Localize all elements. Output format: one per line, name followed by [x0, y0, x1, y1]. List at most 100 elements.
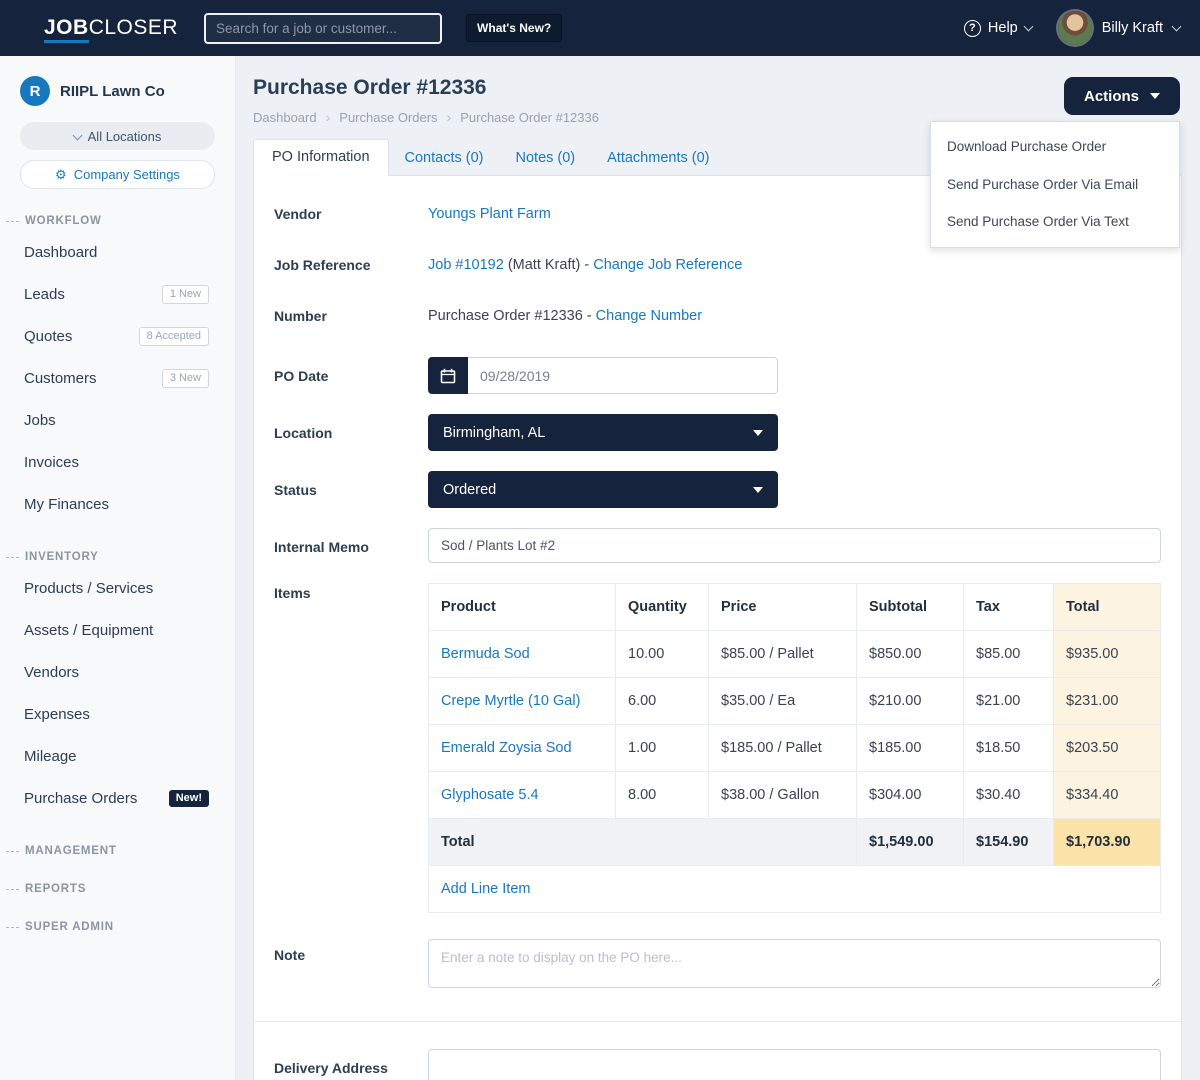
logo-secondary: CLOSER [89, 16, 178, 39]
po-date-input[interactable] [468, 357, 778, 394]
sidebar-item-products-services[interactable]: Products / Services [0, 567, 235, 609]
company-settings-button[interactable]: ⚙ Company Settings [20, 160, 215, 189]
sidebar-item-quotes[interactable]: Quotes 8 Accepted [0, 315, 235, 357]
help-menu[interactable]: ? Help [964, 20, 1032, 37]
sidebar-section-workflow: WORKFLOW [0, 215, 235, 227]
job-reference-row: Job Reference Job #10192 (Matt Kraft) - … [274, 255, 1161, 275]
grand-total: $1,703.90 [1054, 819, 1161, 866]
breadcrumb-dashboard[interactable]: Dashboard [253, 110, 317, 125]
search-input[interactable] [204, 13, 442, 44]
breadcrumb-purchase-orders[interactable]: Purchase Orders [339, 110, 437, 125]
header-tax: Tax [964, 584, 1054, 631]
product-link[interactable]: Bermuda Sod [441, 646, 530, 662]
caret-down-icon [1150, 93, 1160, 99]
sidebar-item-my-finances[interactable]: My Finances [0, 483, 235, 525]
sidebar-item-mileage[interactable]: Mileage [0, 735, 235, 777]
job-link[interactable]: Job #10192 [428, 257, 504, 273]
section-divider [254, 1021, 1181, 1022]
delivery-address-line1-input[interactable] [428, 1049, 1161, 1080]
user-name: Billy Kraft [1102, 20, 1163, 36]
sidebar-item-vendors[interactable]: Vendors [0, 651, 235, 693]
section-label: SUPER ADMIN [25, 921, 114, 933]
section-dash [6, 557, 19, 558]
items-row: Items Product Quantity Price Subtotal Ta… [274, 583, 1161, 913]
all-locations-dropdown[interactable]: All Locations [20, 122, 215, 150]
actions-label: Actions [1084, 88, 1139, 105]
company-logo: R [20, 76, 50, 106]
table-row: Glyphosate 5.4 8.00 $38.00 / Gallon $304… [429, 772, 1161, 819]
internal-memo-input[interactable] [428, 528, 1161, 563]
app-logo[interactable]: JOBCLOSER [44, 16, 178, 40]
tab-notes[interactable]: Notes (0) [500, 141, 592, 175]
sidebar-item-assets-equipment[interactable]: Assets / Equipment [0, 609, 235, 651]
actions-dropdown-menu: Download Purchase Order Send Purchase Or… [930, 121, 1180, 248]
company-settings-label: Company Settings [74, 167, 180, 182]
tab-po-information[interactable]: PO Information [253, 139, 389, 176]
cell-subtotal: $850.00 [857, 631, 964, 678]
sidebar-item-expenses[interactable]: Expenses [0, 693, 235, 735]
status-select[interactable]: Ordered [428, 471, 778, 508]
delivery-address-control [428, 1049, 1161, 1080]
breadcrumb-separator [326, 109, 331, 125]
sidebar-item-invoices[interactable]: Invoices [0, 441, 235, 483]
sidebar-item-label: Products / Services [24, 580, 153, 597]
header-subtotal: Subtotal [857, 584, 964, 631]
status-label: Status [274, 471, 428, 500]
menu-item-send-po-text[interactable]: Send Purchase Order Via Text [931, 203, 1179, 241]
product-link[interactable]: Crepe Myrtle (10 Gal) [441, 693, 580, 709]
location-control: Birmingham, AL [428, 414, 1161, 451]
product-link[interactable]: Glyphosate 5.4 [441, 787, 539, 803]
menu-item-download-po[interactable]: Download Purchase Order [931, 128, 1179, 166]
sidebar-section-reports[interactable]: REPORTS [0, 883, 235, 895]
logo-primary: JOB [44, 16, 89, 43]
po-date-row: PO Date [274, 357, 1161, 394]
tab-attachments[interactable]: Attachments (0) [591, 141, 725, 175]
location-label: Location [274, 414, 428, 443]
sidebar-item-leads[interactable]: Leads 1 New [0, 273, 235, 315]
cell-product: Glyphosate 5.4 [429, 772, 616, 819]
sidebar-item-label: Customers [24, 370, 97, 387]
sidebar-item-dashboard[interactable]: Dashboard [0, 231, 235, 273]
sidebar-item-label: Quotes [24, 328, 72, 345]
add-line-item-wrap: Add Line Item [428, 866, 1161, 913]
location-selected-value: Birmingham, AL [443, 423, 545, 443]
sidebar-item-jobs[interactable]: Jobs [0, 399, 235, 441]
number-label: Number [274, 306, 428, 326]
sidebar-item-customers[interactable]: Customers 3 New [0, 357, 235, 399]
customers-badge: 3 New [162, 369, 209, 388]
user-menu[interactable]: Billy Kraft [1058, 11, 1180, 45]
menu-item-send-po-email[interactable]: Send Purchase Order Via Email [931, 166, 1179, 204]
section-dash [6, 927, 19, 928]
section-label: WORKFLOW [25, 215, 102, 227]
leads-badge: 1 New [162, 285, 209, 304]
sidebar-item-label: My Finances [24, 496, 109, 513]
cell-quantity: 10.00 [616, 631, 709, 678]
sidebar-section-super-admin[interactable]: SUPER ADMIN [0, 921, 235, 933]
location-select[interactable]: Birmingham, AL [428, 414, 778, 451]
sidebar-item-purchase-orders[interactable]: Purchase Orders New! [0, 777, 235, 819]
cell-tax: $21.00 [964, 678, 1054, 725]
header-price: Price [709, 584, 857, 631]
product-link[interactable]: Emerald Zoysia Sod [441, 740, 572, 756]
change-number-link[interactable]: Change Number [596, 308, 702, 324]
cell-product: Crepe Myrtle (10 Gal) [429, 678, 616, 725]
delivery-address-row: Delivery Address [274, 1049, 1161, 1080]
add-line-item-link[interactable]: Add Line Item [441, 881, 530, 897]
vendor-link[interactable]: Youngs Plant Farm [428, 206, 551, 222]
total-subtotal: $1,549.00 [857, 819, 964, 866]
main-content: Purchase Order #12336 Dashboard Purchase… [236, 56, 1200, 1080]
total-row-label: Total [429, 819, 857, 866]
calendar-icon[interactable] [428, 357, 468, 394]
po-information-card: Vendor Youngs Plant Farm Job Reference J… [253, 175, 1182, 1080]
cell-quantity: 1.00 [616, 725, 709, 772]
status-control: Ordered [428, 471, 1161, 508]
cell-total: $203.50 [1054, 725, 1161, 772]
chevron-down-icon [72, 130, 82, 140]
whats-new-button[interactable]: What's New? [466, 14, 562, 42]
tab-contacts[interactable]: Contacts (0) [389, 141, 500, 175]
sidebar-section-management[interactable]: MANAGEMENT [0, 845, 235, 857]
table-row: Bermuda Sod 10.00 $85.00 / Pallet $850.0… [429, 631, 1161, 678]
note-textarea[interactable] [428, 939, 1161, 988]
change-job-reference-link[interactable]: Change Job Reference [593, 257, 742, 273]
actions-button[interactable]: Actions [1064, 77, 1180, 115]
